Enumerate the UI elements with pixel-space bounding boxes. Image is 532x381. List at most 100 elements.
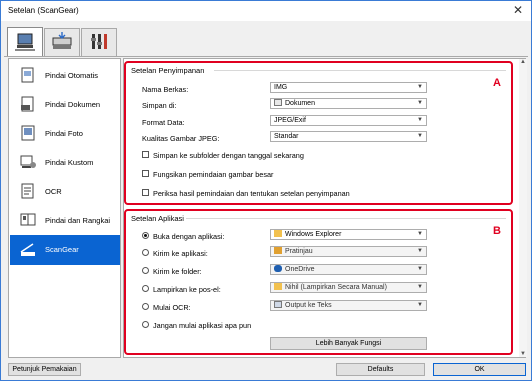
section-badge-a: A: [493, 77, 501, 89]
chevron-down-icon: ▼: [417, 231, 423, 237]
check-results-checkbox[interactable]: [142, 189, 149, 196]
chevron-down-icon: ▼: [417, 84, 423, 90]
settings-dialog: Setelan (ScanGear) ✕ Pindai Otomatis Pin…: [0, 0, 532, 381]
attach-email-combo[interactable]: Nihil (Lampirkan Secara Manual) ▼: [270, 282, 427, 293]
attach-email-radio[interactable]: [142, 285, 149, 292]
tab-scan-from-panel[interactable]: [44, 28, 80, 56]
send-to-app-value: Pratinjau: [285, 248, 313, 255]
section-badge-b: B: [493, 225, 501, 237]
custom-scan-icon: [20, 155, 36, 168]
start-ocr-combo[interactable]: Output ke Teks ▼: [270, 300, 427, 311]
sidebar-item-photo-scan[interactable]: Pindai Foto: [10, 119, 120, 148]
chevron-down-icon: ▼: [417, 248, 423, 254]
instructions-button[interactable]: Petunjuk Pemakaian: [8, 363, 81, 376]
data-format-value: JPEG/Exif: [274, 117, 306, 124]
window-title: Setelan (ScanGear): [8, 6, 79, 15]
explorer-icon: [274, 230, 282, 237]
folder-icon: [274, 99, 282, 106]
chevron-down-icon: ▼: [417, 284, 423, 290]
close-icon[interactable]: ✕: [513, 3, 523, 17]
file-name-label: Nama Berkas:: [142, 85, 189, 94]
sidebar-item-label: Pindai dan Rangkai: [45, 216, 111, 225]
scan-and-stitch-icon: [20, 213, 36, 226]
send-to-folder-radio[interactable]: [142, 267, 149, 274]
start-ocr-radio[interactable]: [142, 303, 149, 310]
sidebar-item-label: Pindai Otomatis: [45, 71, 98, 80]
send-to-folder-combo[interactable]: OneDrive ▼: [270, 264, 427, 275]
jpeg-quality-value: Standar: [274, 133, 299, 140]
tab-scan-from-computer[interactable]: [7, 27, 43, 57]
send-to-folder-label: Kirim ke folder:: [153, 267, 202, 276]
save-in-combo[interactable]: Dokumen ▼: [270, 98, 427, 109]
start-ocr-value: Output ke Teks: [285, 302, 332, 309]
chevron-down-icon: ▼: [417, 100, 423, 106]
sidebar-item-auto-scan[interactable]: Pindai Otomatis: [10, 61, 120, 90]
send-to-folder-value: OneDrive: [285, 266, 315, 273]
divider: [186, 218, 506, 219]
open-with-radio[interactable]: [142, 232, 149, 239]
open-with-combo[interactable]: Windows Explorer ▼: [270, 229, 427, 240]
large-scan-checkbox-label: Fungsikan pemindaian gambar besar: [153, 170, 274, 179]
sidebar: Pindai Otomatis Pindai Dokumen Pindai Fo…: [8, 58, 121, 358]
data-format-combo[interactable]: JPEG/Exif ▼: [270, 115, 427, 126]
scan-from-panel-icon: [52, 32, 72, 49]
onedrive-icon: [274, 265, 282, 272]
check-results-checkbox-label: Periksa hasil pemindaian dan tentukan se…: [153, 189, 350, 198]
file-name-combo[interactable]: IMG ▼: [270, 82, 427, 93]
scangear-icon: [20, 243, 35, 256]
preview-icon: [274, 247, 282, 254]
top-tab-bar: [1, 21, 531, 57]
open-with-label: Buka dengan aplikasi:: [153, 232, 225, 241]
chevron-down-icon: ▼: [417, 133, 423, 139]
large-scan-checkbox[interactable]: [142, 170, 149, 177]
start-ocr-label: Mulai OCR:: [153, 303, 191, 312]
sidebar-item-ocr[interactable]: OCR: [10, 177, 120, 206]
save-in-value: Dokumen: [285, 100, 315, 107]
tab-divider: [4, 56, 528, 57]
photo-scan-icon: [21, 125, 35, 141]
chevron-down-icon: ▼: [417, 302, 423, 308]
tab-general-settings[interactable]: [81, 28, 117, 56]
ocr-icon: [21, 183, 34, 199]
send-to-app-radio[interactable]: [142, 249, 149, 256]
no-app-radio[interactable]: [142, 321, 149, 328]
divider: [214, 70, 506, 71]
scroll-down-icon[interactable]: ▼: [520, 351, 526, 357]
more-functions-button[interactable]: Lebih Banyak Fungsi: [270, 337, 427, 350]
app-settings-section: Setelan Aplikasi B Buka dengan aplikasi:…: [124, 209, 513, 355]
folder-icon: [274, 283, 282, 290]
chevron-down-icon: ▼: [417, 266, 423, 272]
sidebar-item-scangear[interactable]: ScanGear: [10, 235, 120, 265]
jpeg-quality-combo[interactable]: Standar ▼: [270, 131, 427, 142]
send-to-app-label: Kirim ke aplikasi:: [153, 249, 208, 258]
attach-email-label: Lampirkan ke pos-el:: [153, 285, 221, 294]
chevron-down-icon: ▼: [417, 117, 423, 123]
sidebar-item-label: OCR: [45, 187, 62, 196]
save-in-label: Simpan di:: [142, 101, 177, 110]
scroll-up-icon[interactable]: ▲: [520, 59, 526, 65]
sidebar-item-custom-scan[interactable]: Pindai Kustom: [10, 148, 120, 177]
file-name-value: IMG: [274, 84, 288, 91]
send-to-app-combo[interactable]: Pratinjau ▼: [270, 246, 427, 257]
attach-email-value: Nihil (Lampirkan Secara Manual): [285, 284, 387, 291]
save-settings-section: Setelan Penyimpanan A Nama Berkas: IMG ▼…: [124, 61, 513, 205]
sidebar-item-scan-and-stitch[interactable]: Pindai dan Rangkai: [10, 206, 120, 235]
ok-button[interactable]: OK: [433, 363, 526, 376]
data-format-label: Format Data:: [142, 118, 185, 127]
general-settings-icon: [91, 34, 107, 49]
subfolder-checkbox-label: Simpan ke subfolder dengan tanggal sekar…: [153, 151, 304, 160]
save-settings-header: Setelan Penyimpanan: [131, 66, 205, 75]
app-settings-header: Setelan Aplikasi: [131, 214, 184, 223]
sidebar-item-label: ScanGear: [45, 245, 79, 254]
jpeg-quality-label: Kualitas Gambar JPEG:: [142, 134, 220, 143]
scan-from-computer-icon: [15, 33, 35, 51]
auto-scan-icon: [21, 67, 34, 83]
defaults-button[interactable]: Defaults: [336, 363, 425, 376]
document-scan-icon: [21, 96, 34, 112]
sidebar-item-label: Pindai Kustom: [45, 158, 94, 167]
text-output-icon: [274, 301, 282, 308]
subfolder-checkbox[interactable]: [142, 151, 149, 158]
no-app-label: Jangan mulai aplikasi apa pun: [153, 321, 252, 330]
vertical-scrollbar[interactable]: ▲ ▼: [519, 59, 527, 357]
sidebar-item-document-scan[interactable]: Pindai Dokumen: [10, 90, 120, 119]
